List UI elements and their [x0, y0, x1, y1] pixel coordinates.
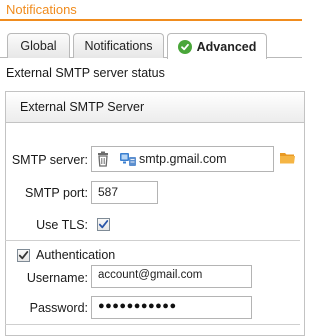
panel-title: External SMTP Server — [20, 100, 145, 114]
password-label: Password: — [29, 301, 88, 315]
password-input[interactable]: ●●●●●●●●●●● — [91, 296, 252, 319]
smtp-server-label: SMTP server: — [11, 153, 88, 167]
tab-notifications[interactable]: Notifications — [73, 33, 164, 58]
authentication-checkbox[interactable] — [17, 249, 30, 262]
authentication-label: Authentication — [36, 248, 116, 262]
username-input[interactable]: account@gmail.com — [91, 265, 252, 288]
trash-icon[interactable] — [97, 151, 109, 170]
smtp-port-label: SMTP port: — [25, 186, 88, 200]
username-label: Username: — [26, 271, 88, 285]
bottom-divider — [5, 324, 300, 325]
window-titlebar: Notifications — [0, 0, 302, 21]
smtp-server-field[interactable]: smtp.gmail.com — [91, 146, 274, 172]
smtp-status-title: External SMTP server status — [6, 66, 165, 80]
section-divider — [5, 240, 300, 241]
smtp-server-value: smtp.gmail.com — [139, 152, 227, 166]
use-tls-label: Use TLS: — [36, 218, 88, 232]
checkmark-icon — [18, 251, 29, 260]
tab-advanced-label: Advanced — [196, 39, 257, 54]
tab-advanced[interactable]: Advanced — [167, 33, 267, 59]
use-tls-checkbox[interactable] — [97, 218, 110, 231]
tab-strip: Global Notifications Advanced — [0, 28, 302, 59]
server-icon — [119, 151, 137, 170]
tab-notifications-label: Notifications — [84, 39, 153, 53]
smtp-port-input[interactable]: 587 — [91, 181, 158, 204]
checkmark-icon — [98, 220, 109, 229]
page-title: Notifications — [6, 2, 77, 17]
panel-header: External SMTP Server — [6, 92, 304, 123]
tab-global-label: Global — [20, 39, 57, 53]
folder-icon[interactable] — [279, 151, 296, 168]
tab-global[interactable]: Global — [7, 33, 70, 58]
check-circle-icon — [177, 39, 192, 54]
